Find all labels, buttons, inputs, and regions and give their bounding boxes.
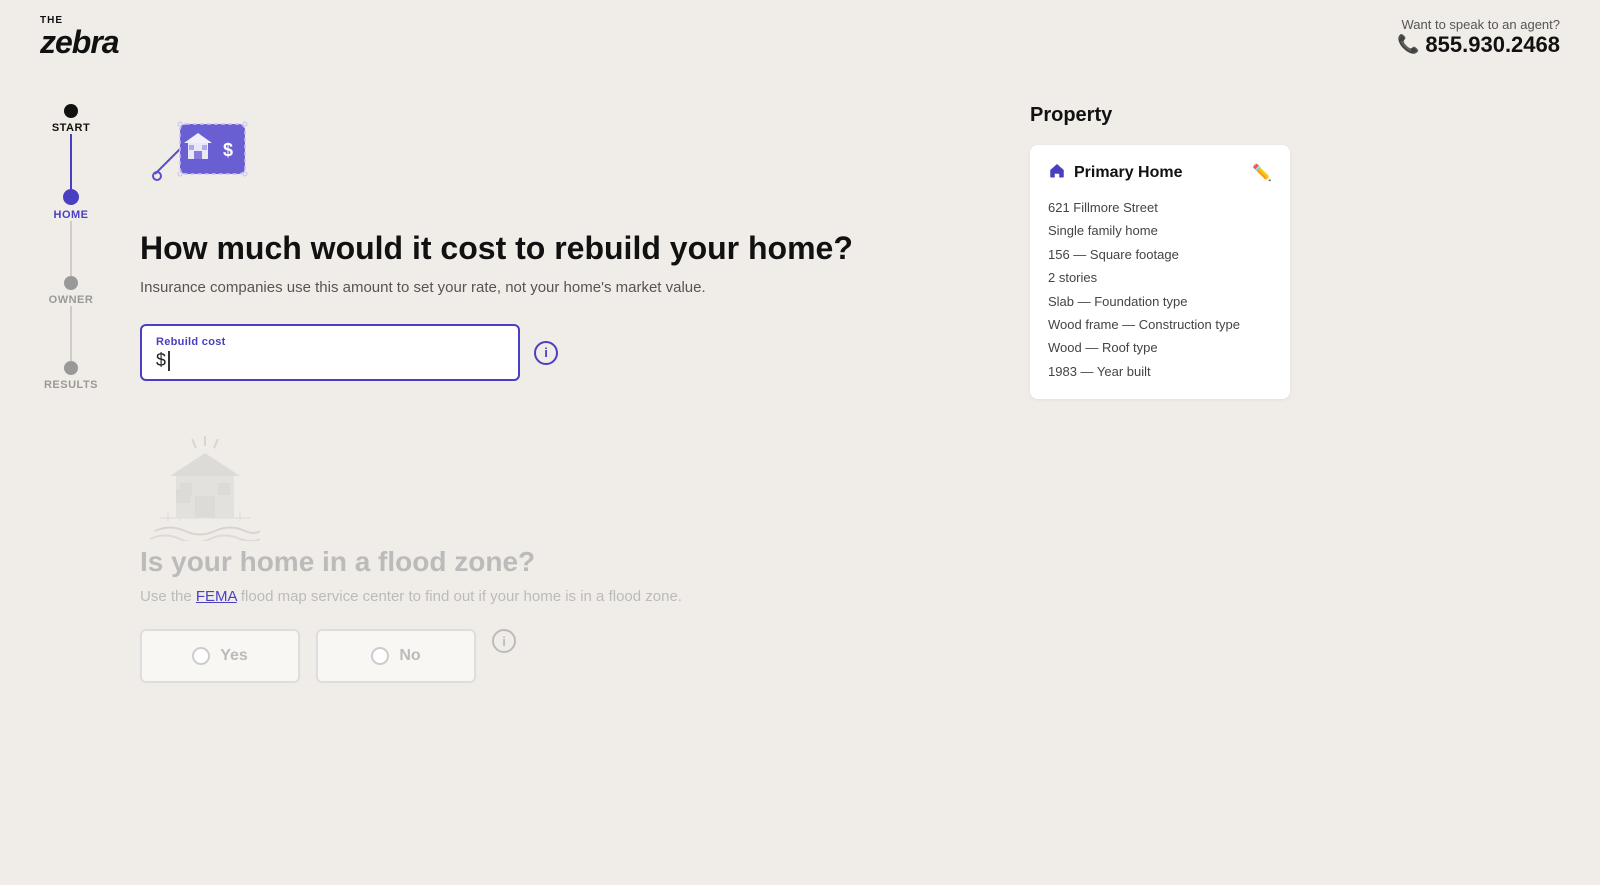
connector-start-home: [70, 134, 72, 189]
phone-icon: 📞: [1397, 34, 1419, 55]
property-roof: Wood — Roof type: [1048, 336, 1272, 359]
property-card-header: Primary Home ✏️: [1048, 161, 1272, 184]
rebuild-illustration: $: [140, 104, 950, 209]
property-home-type: Single family home: [1048, 219, 1272, 242]
flood-option-yes-radio: [192, 647, 210, 665]
property-foundation: Slab — Foundation type: [1048, 290, 1272, 313]
step-dot-start: [64, 104, 78, 118]
flood-house-svg: [140, 431, 270, 541]
property-address: 621 Fillmore Street: [1048, 196, 1272, 219]
property-stories: 2 stories: [1048, 266, 1272, 289]
flood-section: Is your home in a flood zone? Use the FE…: [140, 431, 950, 683]
main-content: $: [110, 74, 1010, 883]
flood-option-yes-label: Yes: [220, 647, 248, 665]
property-card-name: Primary Home: [1074, 164, 1183, 182]
right-sidebar: Property Primary Home ✏️ 621 Fillmore S: [1010, 74, 1330, 883]
connector-home-owner: [70, 221, 72, 276]
property-year-built: 1983 — Year built: [1048, 360, 1272, 383]
property-sqft: 156 — Square footage: [1048, 243, 1272, 266]
fema-link[interactable]: FEMA: [196, 588, 237, 605]
header-contact: Want to speak to an agent? 📞 855.930.246…: [1397, 17, 1560, 58]
flood-subtitle-suffix: flood map service center to find out if …: [237, 588, 682, 605]
flood-option-no-radio: [371, 647, 389, 665]
step-dot-owner: [64, 276, 78, 290]
main-layout: START HOME OWNER RESULTS: [0, 74, 1600, 883]
property-panel: Property Primary Home ✏️ 621 Fillmore S: [1030, 104, 1290, 399]
rebuild-input-field[interactable]: $: [156, 350, 504, 371]
dollar-prefix: $: [156, 350, 166, 371]
rebuild-input-label: Rebuild cost: [156, 336, 504, 348]
rebuild-input-group: Rebuild cost $ i: [140, 324, 950, 381]
property-card: Primary Home ✏️ 621 Fillmore Street Sing…: [1030, 145, 1290, 399]
rebuild-cost-input-wrapper[interactable]: Rebuild cost $: [140, 324, 520, 381]
step-owner: OWNER: [49, 276, 94, 306]
svg-text:$: $: [223, 140, 233, 160]
step-label-owner: OWNER: [49, 294, 94, 306]
logo: THE zebra: [40, 16, 119, 58]
header: THE zebra Want to speak to an agent? 📞 8…: [0, 0, 1600, 74]
connector-owner-results: [70, 306, 72, 361]
flood-option-no-label: No: [399, 647, 420, 665]
flood-options: Yes No i: [140, 629, 950, 683]
flood-option-yes[interactable]: Yes: [140, 629, 300, 683]
edit-icon[interactable]: ✏️: [1252, 163, 1272, 183]
stepper-sidebar: START HOME OWNER RESULTS: [0, 74, 110, 883]
flood-option-no[interactable]: No: [316, 629, 476, 683]
logo-zebra-text: zebra: [40, 26, 119, 58]
step-home: HOME: [54, 189, 89, 221]
property-home-icon: [1048, 161, 1066, 184]
step-dot-results: [64, 361, 78, 375]
rebuild-question-title: How much would it cost to rebuild your h…: [140, 229, 950, 267]
step-label-results: RESULTS: [44, 379, 98, 391]
phone-number-text: 855.930.2468: [1425, 32, 1560, 58]
rebuild-info-icon[interactable]: i: [534, 341, 558, 365]
step-label-home: HOME: [54, 209, 89, 221]
flood-subtitle-prefix: Use the: [140, 588, 196, 605]
rebuild-house-svg: $: [140, 104, 270, 204]
rebuild-question-subtitle: Insurance companies use this amount to s…: [140, 279, 950, 296]
property-panel-title: Property: [1030, 104, 1290, 127]
property-construction: Wood frame — Construction type: [1048, 313, 1272, 336]
flood-info-icon[interactable]: i: [492, 629, 516, 653]
step-results: RESULTS: [44, 361, 98, 391]
flood-question-title: Is your home in a flood zone?: [140, 546, 950, 578]
property-details: 621 Fillmore Street Single family home 1…: [1048, 196, 1272, 383]
phone-number[interactable]: 📞 855.930.2468: [1397, 32, 1560, 58]
input-cursor: [168, 351, 170, 371]
flood-question-subtitle: Use the FEMA flood map service center to…: [140, 588, 950, 605]
step-start: START: [52, 104, 90, 134]
step-label-start: START: [52, 122, 90, 134]
contact-label: Want to speak to an agent?: [1397, 17, 1560, 32]
property-card-title-row: Primary Home: [1048, 161, 1183, 184]
step-dot-home: [63, 189, 79, 205]
